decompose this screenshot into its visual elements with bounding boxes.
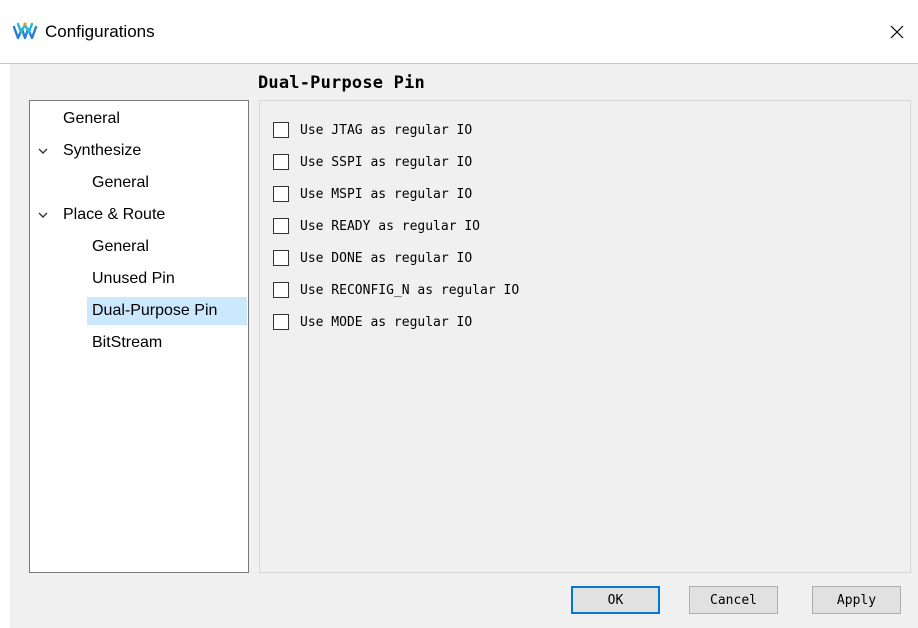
checkbox[interactable] (273, 282, 289, 298)
settings-tree[interactable]: General Synthesize General Place & Route… (29, 100, 249, 573)
checkbox[interactable] (273, 122, 289, 138)
option-label: Use MODE as regular IO (300, 314, 473, 330)
tree-item-label: Synthesize (63, 142, 142, 159)
close-icon (890, 25, 904, 39)
tree-item-label: General (92, 174, 149, 191)
tree-item-synthesize[interactable]: Synthesize (63, 137, 141, 165)
option-mspi[interactable]: Use MSPI as regular IO (273, 183, 472, 205)
tree-item-label: General (92, 238, 149, 255)
option-reconfig-n[interactable]: Use RECONFIG_N as regular IO (273, 279, 519, 301)
tree-item-label: Unused Pin (92, 270, 175, 287)
tree-item-unused-pin[interactable]: Unused Pin (92, 265, 175, 293)
option-sspi[interactable]: Use SSPI as regular IO (273, 151, 472, 173)
ok-button[interactable]: OK (571, 586, 660, 614)
checkbox[interactable] (273, 218, 289, 234)
option-mode[interactable]: Use MODE as regular IO (273, 311, 472, 333)
option-label: Use DONE as regular IO (300, 250, 473, 266)
tree-item-label: Dual-Purpose Pin (92, 302, 218, 319)
tree-item-place-route[interactable]: Place & Route (63, 201, 165, 229)
chevron-down-icon[interactable] (36, 137, 50, 165)
option-label: Use RECONFIG_N as regular IO (300, 282, 520, 298)
checkbox[interactable] (273, 154, 289, 170)
option-jtag[interactable]: Use JTAG as regular IO (273, 119, 472, 141)
gowin-logo-icon (12, 21, 38, 43)
option-ready[interactable]: Use READY as regular IO (273, 215, 480, 237)
dialog-body: Dual-Purpose Pin General Synthesize Gene… (10, 64, 918, 628)
cancel-button[interactable]: Cancel (689, 586, 778, 614)
window-title: Configurations (45, 22, 155, 41)
tree-item-dual-purpose-pin[interactable]: Dual-Purpose Pin (87, 297, 247, 325)
tree-item-label: General (63, 110, 120, 127)
apply-button[interactable]: Apply (812, 586, 901, 614)
checkbox[interactable] (273, 186, 289, 202)
tree-item-place-route-general[interactable]: General (92, 233, 149, 261)
chevron-down-icon[interactable] (36, 201, 50, 229)
close-button[interactable] (876, 12, 918, 52)
option-label: Use JTAG as regular IO (300, 122, 473, 138)
checkbox[interactable] (273, 314, 289, 330)
option-label: Use SSPI as regular IO (300, 154, 473, 170)
tree-item-synthesize-general[interactable]: General (92, 169, 149, 197)
tree-item-general[interactable]: General (63, 105, 120, 133)
tree-item-label: BitStream (92, 334, 163, 351)
option-done[interactable]: Use DONE as regular IO (273, 247, 472, 269)
option-label: Use MSPI as regular IO (300, 186, 473, 202)
tree-item-label: Place & Route (63, 206, 166, 223)
options-panel: Use JTAG as regular IO Use SSPI as regul… (259, 100, 911, 573)
tree-item-bitstream[interactable]: BitStream (92, 329, 162, 357)
page-title: Dual-Purpose Pin (258, 73, 425, 93)
option-label: Use READY as regular IO (300, 218, 481, 234)
title-bar: Configurations (0, 0, 918, 64)
checkbox[interactable] (273, 250, 289, 266)
